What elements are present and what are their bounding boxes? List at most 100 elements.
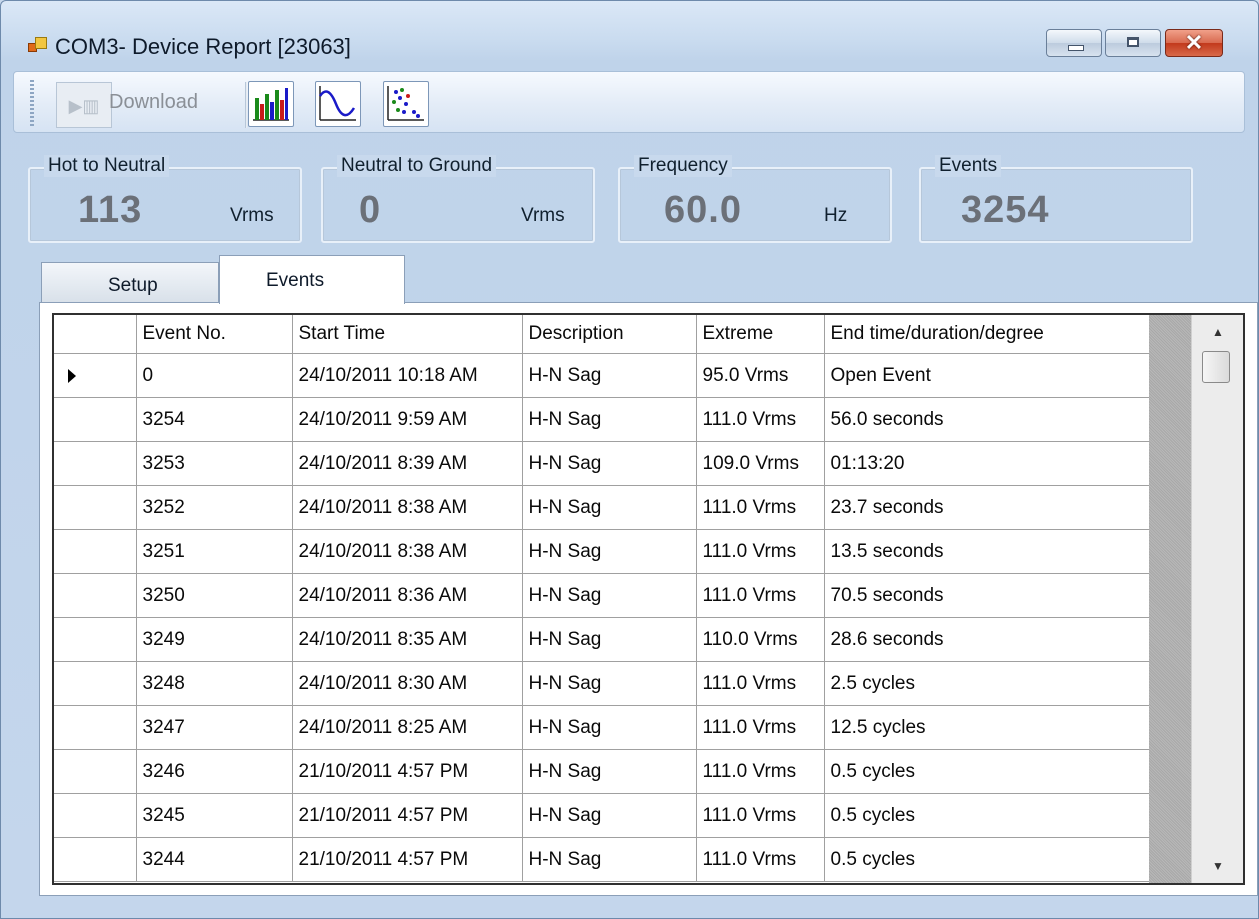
cell-start-time[interactable]: 24/10/2011 8:38 AM <box>291 485 523 530</box>
cell-end-time[interactable]: 12.5 cycles <box>823 705 1150 750</box>
cell-end-time[interactable]: 56.0 seconds <box>823 397 1150 442</box>
cell-start-time[interactable]: 21/10/2011 4:57 PM <box>291 837 523 882</box>
column-header-extreme[interactable]: Extreme <box>695 315 825 354</box>
cell-start-time[interactable]: 24/10/2011 9:59 AM <box>291 397 523 442</box>
cell-event-no[interactable]: 3249 <box>135 617 293 662</box>
cell-end-time[interactable]: 0.5 cycles <box>823 749 1150 794</box>
cell-description[interactable]: H-N Sag <box>521 529 697 574</box>
table-row[interactable]: 3247 24/10/2011 8:25 AM H-N Sag 111.0 Vrms 1… <box>54 705 1150 750</box>
scatter-plot-button[interactable] <box>383 81 429 127</box>
table-row[interactable]: 0 24/10/2011 10:18 AM H-N Sag 95.0 Vrms Open… <box>54 353 1150 398</box>
cell-description[interactable]: H-N Sag <box>521 793 697 838</box>
column-header-event-no[interactable]: Event No. <box>135 315 293 354</box>
table-row[interactable]: 3249 24/10/2011 8:35 AM H-N Sag 110.0 Vrms 2… <box>54 617 1150 662</box>
cell-event-no[interactable]: 3251 <box>135 529 293 574</box>
toolbar-grip[interactable] <box>30 80 34 126</box>
tab-setup[interactable]: Setup <box>41 262 219 302</box>
tab-events[interactable]: Events <box>219 255 405 304</box>
column-header-description[interactable]: Description <box>521 315 697 354</box>
cell-event-no[interactable]: 3248 <box>135 661 293 706</box>
table-row[interactable]: 3244 21/10/2011 4:57 PM H-N Sag 111.0 Vrms 0… <box>54 837 1150 882</box>
cell-event-no[interactable]: 3244 <box>135 837 293 882</box>
table-row[interactable]: 3254 24/10/2011 9:59 AM H-N Sag 111.0 Vrms 5… <box>54 397 1150 442</box>
cell-end-time[interactable]: 13.5 seconds <box>823 529 1150 574</box>
title-bar[interactable]: COM3- Device Report [23063] ✕ <box>1 1 1258 59</box>
cell-description[interactable]: H-N Sag <box>521 749 697 794</box>
cell-description[interactable]: H-N Sag <box>521 573 697 618</box>
cell-end-time[interactable]: 0.5 cycles <box>823 837 1150 882</box>
cell-end-time[interactable]: 28.6 seconds <box>823 617 1150 662</box>
cell-extreme[interactable]: 111.0 Vrms <box>695 485 825 530</box>
cell-description[interactable]: H-N Sag <box>521 485 697 530</box>
cell-event-no[interactable]: 3253 <box>135 441 293 486</box>
row-header[interactable] <box>54 837 137 882</box>
cell-extreme[interactable]: 111.0 Vrms <box>695 661 825 706</box>
cell-start-time[interactable]: 24/10/2011 8:35 AM <box>291 617 523 662</box>
row-header[interactable] <box>54 661 137 706</box>
row-header[interactable] <box>54 441 137 486</box>
cell-extreme[interactable]: 111.0 Vrms <box>695 705 825 750</box>
cell-extreme[interactable]: 111.0 Vrms <box>695 529 825 574</box>
cell-end-time[interactable]: 2.5 cycles <box>823 661 1150 706</box>
cell-event-no[interactable]: 3247 <box>135 705 293 750</box>
waveform-chart-button[interactable] <box>315 81 361 127</box>
close-button[interactable]: ✕ <box>1165 29 1223 57</box>
table-row[interactable]: 3248 24/10/2011 8:30 AM H-N Sag 111.0 Vrms 2… <box>54 661 1150 706</box>
column-header-start-time[interactable]: Start Time <box>291 315 523 354</box>
cell-start-time[interactable]: 24/10/2011 8:36 AM <box>291 573 523 618</box>
scroll-down-icon[interactable]: ▼ <box>1192 849 1243 883</box>
cell-start-time[interactable]: 21/10/2011 4:57 PM <box>291 793 523 838</box>
download-button[interactable]: ▶▥ <box>56 82 112 128</box>
cell-start-time[interactable]: 24/10/2011 8:39 AM <box>291 441 523 486</box>
cell-start-time[interactable]: 24/10/2011 8:38 AM <box>291 529 523 574</box>
minimize-button[interactable] <box>1046 29 1102 57</box>
row-header-corner[interactable] <box>54 315 137 354</box>
cell-event-no[interactable]: 3250 <box>135 573 293 618</box>
cell-description[interactable]: H-N Sag <box>521 397 697 442</box>
cell-description[interactable]: H-N Sag <box>521 661 697 706</box>
cell-start-time[interactable]: 24/10/2011 8:25 AM <box>291 705 523 750</box>
table-row[interactable]: 3253 24/10/2011 8:39 AM H-N Sag 109.0 Vrms 0… <box>54 441 1150 486</box>
cell-event-no[interactable]: 3246 <box>135 749 293 794</box>
table-row[interactable]: 3252 24/10/2011 8:38 AM H-N Sag 111.0 Vrms 2… <box>54 485 1150 530</box>
cell-extreme[interactable]: 111.0 Vrms <box>695 397 825 442</box>
cell-extreme[interactable]: 109.0 Vrms <box>695 441 825 486</box>
maximize-button[interactable] <box>1105 29 1161 57</box>
cell-description[interactable]: H-N Sag <box>521 705 697 750</box>
cell-end-time[interactable]: 70.5 seconds <box>823 573 1150 618</box>
cell-extreme[interactable]: 111.0 Vrms <box>695 573 825 618</box>
cell-end-time[interactable]: 0.5 cycles <box>823 793 1150 838</box>
cell-end-time[interactable]: 01:13:20 <box>823 441 1150 486</box>
cell-event-no[interactable]: 3254 <box>135 397 293 442</box>
bar-chart-button[interactable] <box>248 81 294 127</box>
cell-start-time[interactable]: 24/10/2011 10:18 AM <box>291 353 523 398</box>
scroll-thumb[interactable] <box>1202 351 1230 383</box>
row-header[interactable] <box>54 573 137 618</box>
cell-start-time[interactable]: 21/10/2011 4:57 PM <box>291 749 523 794</box>
table-row[interactable]: 3250 24/10/2011 8:36 AM H-N Sag 111.0 Vrms 7… <box>54 573 1150 618</box>
row-header[interactable] <box>54 793 137 838</box>
cell-end-time[interactable]: 23.7 seconds <box>823 485 1150 530</box>
row-header[interactable] <box>54 353 137 398</box>
cell-extreme[interactable]: 110.0 Vrms <box>695 617 825 662</box>
row-header[interactable] <box>54 705 137 750</box>
cell-extreme[interactable]: 111.0 Vrms <box>695 749 825 794</box>
cell-extreme[interactable]: 111.0 Vrms <box>695 837 825 882</box>
column-header-end-time[interactable]: End time/duration/degree <box>823 315 1150 354</box>
row-header[interactable] <box>54 749 137 794</box>
cell-event-no[interactable]: 0 <box>135 353 293 398</box>
cell-event-no[interactable]: 3245 <box>135 793 293 838</box>
scroll-up-icon[interactable]: ▲ <box>1192 315 1243 349</box>
row-header[interactable] <box>54 485 137 530</box>
table-row[interactable]: 3245 21/10/2011 4:57 PM H-N Sag 111.0 Vrms 0… <box>54 793 1150 838</box>
row-header[interactable] <box>54 397 137 442</box>
cell-extreme[interactable]: 95.0 Vrms <box>695 353 825 398</box>
cell-description[interactable]: H-N Sag <box>521 837 697 882</box>
cell-description[interactable]: H-N Sag <box>521 617 697 662</box>
cell-end-time[interactable]: Open Event <box>823 353 1150 398</box>
row-header[interactable] <box>54 529 137 574</box>
cell-description[interactable]: H-N Sag <box>521 441 697 486</box>
row-header[interactable] <box>54 617 137 662</box>
cell-start-time[interactable]: 24/10/2011 8:30 AM <box>291 661 523 706</box>
cell-event-no[interactable]: 3252 <box>135 485 293 530</box>
